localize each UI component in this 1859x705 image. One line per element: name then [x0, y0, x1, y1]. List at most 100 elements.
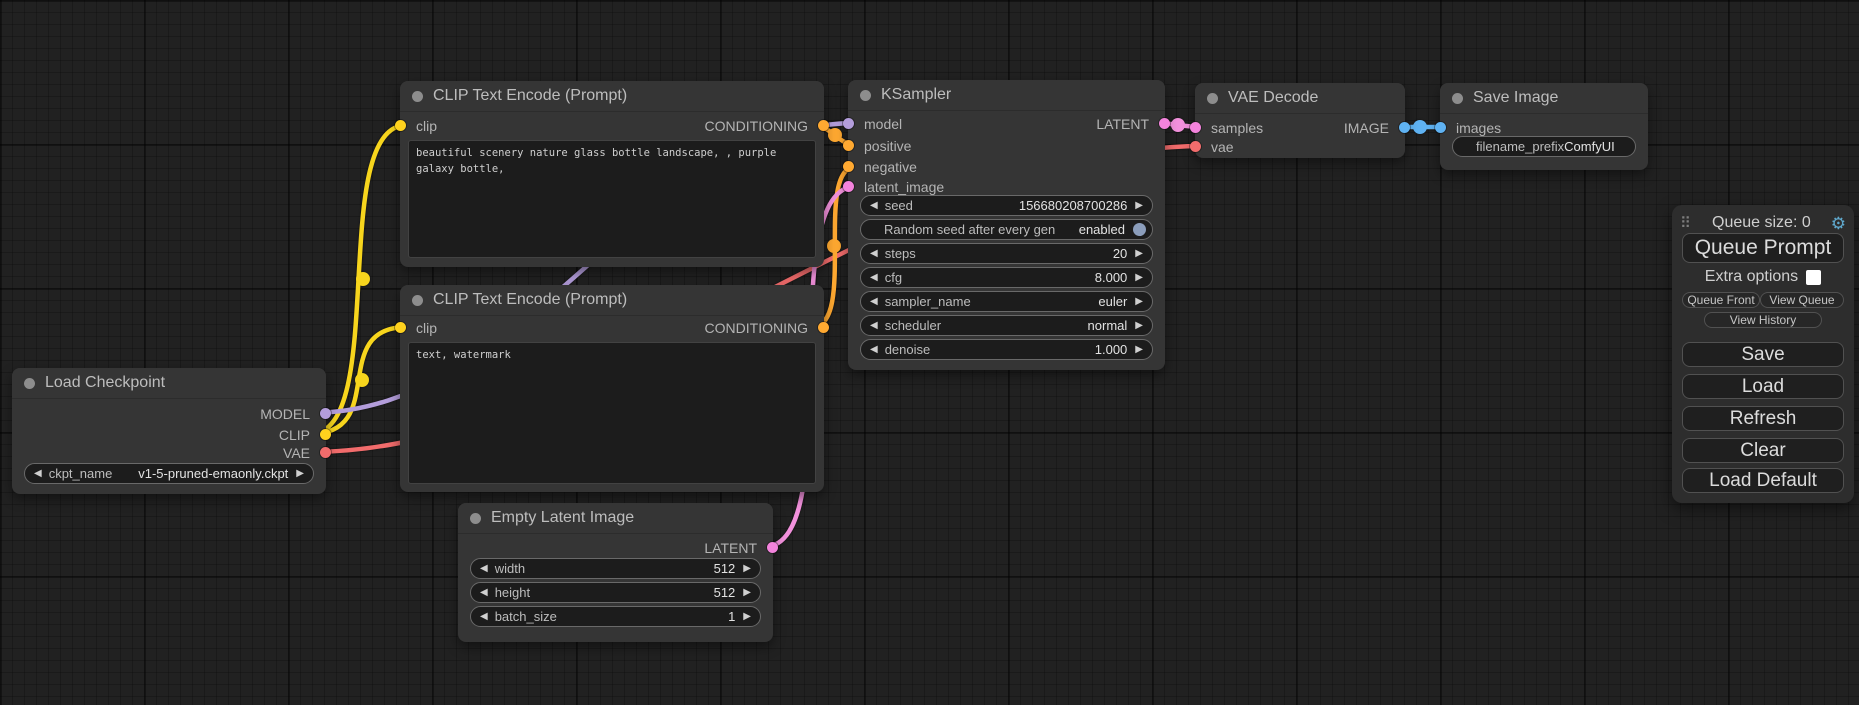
link-dot — [828, 128, 842, 142]
decrement-arrow-icon[interactable]: ◀ — [870, 345, 878, 355]
node-empty-latent-image[interactable]: Empty Latent Image LATENT ◀ width 512 ▶ … — [458, 503, 773, 642]
seed-widget[interactable]: ◀ seed 156680208700286 ▶ — [860, 195, 1153, 216]
decrement-arrow-icon[interactable]: ◀ — [870, 321, 878, 331]
input-slot-clip[interactable] — [395, 322, 406, 333]
collapse-dot-icon[interactable] — [860, 90, 871, 101]
drag-handle-icon[interactable]: ⠿ — [1680, 216, 1692, 231]
width-widget[interactable]: ◀ width 512 ▶ — [470, 558, 761, 579]
decrement-arrow-icon[interactable]: ◀ — [34, 469, 42, 479]
increment-arrow-icon[interactable]: ▶ — [743, 564, 751, 574]
widget-value: euler — [1098, 294, 1127, 309]
decrement-arrow-icon[interactable]: ◀ — [870, 249, 878, 259]
node-save-image[interactable]: Save Image images filename_prefix ComfyU… — [1440, 83, 1648, 170]
positive-prompt-textarea[interactable]: beautiful scenery nature glass bottle la… — [408, 140, 816, 258]
widget-label: cfg — [885, 270, 902, 285]
load-button[interactable]: Load — [1682, 374, 1844, 399]
toggle-dot-icon[interactable] — [1133, 223, 1146, 236]
node-vae-decode[interactable]: VAE Decode samples vae IMAGE — [1195, 83, 1405, 158]
decrement-arrow-icon[interactable]: ◀ — [870, 273, 878, 283]
height-widget[interactable]: ◀ height 512 ▶ — [470, 582, 761, 603]
filename-prefix-widget[interactable]: filename_prefix ComfyUI — [1452, 136, 1636, 157]
node-title: VAE Decode — [1228, 89, 1318, 107]
increment-arrow-icon[interactable]: ▶ — [1135, 249, 1143, 259]
node-title: KSampler — [881, 86, 951, 104]
output-slot-model[interactable] — [320, 408, 331, 419]
queue-menu-panel: ⠿ Queue size: 0 ⚙ Queue Prompt Extra opt… — [1672, 205, 1854, 503]
output-slot-latent[interactable] — [767, 542, 778, 553]
link-dot — [1413, 120, 1427, 134]
widget-value: 156680208700286 — [1019, 198, 1127, 213]
clear-button[interactable]: Clear — [1682, 438, 1844, 463]
collapse-dot-icon[interactable] — [412, 91, 423, 102]
input-slot-clip[interactable] — [395, 120, 406, 131]
random-seed-toggle-widget[interactable]: Random seed after every gen enabled — [860, 219, 1153, 240]
decrement-arrow-icon[interactable]: ◀ — [480, 564, 488, 574]
widget-value: 1.000 — [1095, 342, 1128, 357]
output-label-latent: LATENT — [1096, 116, 1149, 132]
output-slot-vae[interactable] — [320, 447, 331, 458]
node-clip-text-encode-negative[interactable]: CLIP Text Encode (Prompt) clip CONDITION… — [400, 285, 824, 492]
ckpt-name-widget[interactable]: ◀ ckpt_name v1-5-pruned-emaonly.ckpt ▶ — [24, 463, 314, 484]
node-title: CLIP Text Encode (Prompt) — [433, 87, 627, 105]
input-slot-model[interactable] — [843, 118, 854, 129]
input-slot-vae[interactable] — [1190, 141, 1201, 152]
collapse-dot-icon[interactable] — [1207, 93, 1218, 104]
extra-options-checkbox[interactable] — [1806, 270, 1821, 285]
increment-arrow-icon[interactable]: ▶ — [296, 469, 304, 479]
queue-prompt-button[interactable]: Queue Prompt — [1682, 233, 1844, 263]
widget-label: filename_prefix — [1476, 139, 1564, 154]
collapse-dot-icon[interactable] — [412, 295, 423, 306]
collapse-dot-icon[interactable] — [24, 378, 35, 389]
input-label-samples: samples — [1211, 120, 1263, 136]
output-slot-conditioning[interactable] — [818, 120, 829, 131]
refresh-button[interactable]: Refresh — [1682, 406, 1844, 431]
collapse-dot-icon[interactable] — [1452, 93, 1463, 104]
view-history-button[interactable]: View History — [1704, 312, 1822, 328]
queue-front-button[interactable]: Queue Front — [1682, 292, 1760, 308]
output-label-latent: LATENT — [704, 540, 757, 556]
increment-arrow-icon[interactable]: ▶ — [1135, 321, 1143, 331]
input-slot-negative[interactable] — [843, 161, 854, 172]
input-slot-images[interactable] — [1435, 122, 1446, 133]
decrement-arrow-icon[interactable]: ◀ — [870, 201, 878, 211]
increment-arrow-icon[interactable]: ▶ — [743, 612, 751, 622]
increment-arrow-icon[interactable]: ▶ — [743, 588, 751, 598]
increment-arrow-icon[interactable]: ▶ — [1135, 297, 1143, 307]
extra-options-label: Extra options — [1705, 268, 1798, 286]
output-slot-latent[interactable] — [1159, 118, 1170, 129]
collapse-dot-icon[interactable] — [470, 513, 481, 524]
steps-widget[interactable]: ◀ steps 20 ▶ — [860, 243, 1153, 264]
view-queue-button[interactable]: View Queue — [1760, 292, 1844, 308]
increment-arrow-icon[interactable]: ▶ — [1135, 201, 1143, 211]
input-label-images: images — [1456, 120, 1501, 136]
input-label-clip: clip — [416, 118, 437, 134]
node-ksampler[interactable]: KSampler model positive negative latent_… — [848, 80, 1165, 370]
decrement-arrow-icon[interactable]: ◀ — [480, 612, 488, 622]
output-slot-image[interactable] — [1399, 122, 1410, 133]
input-slot-positive[interactable] — [843, 140, 854, 151]
sampler-name-widget[interactable]: ◀ sampler_name euler ▶ — [860, 291, 1153, 312]
scheduler-widget[interactable]: ◀ scheduler normal ▶ — [860, 315, 1153, 336]
increment-arrow-icon[interactable]: ▶ — [1135, 345, 1143, 355]
negative-prompt-textarea[interactable]: text, watermark — [408, 342, 816, 484]
gear-icon[interactable]: ⚙ — [1831, 215, 1846, 232]
output-label-conditioning: CONDITIONING — [705, 320, 808, 336]
input-slot-latent-image[interactable] — [843, 181, 854, 192]
denoise-widget[interactable]: ◀ denoise 1.000 ▶ — [860, 339, 1153, 360]
load-default-button[interactable]: Load Default — [1682, 468, 1844, 493]
widget-label: ckpt_name — [49, 466, 113, 481]
node-load-checkpoint[interactable]: Load Checkpoint MODEL CLIP VAE ◀ ckpt_na… — [12, 368, 326, 494]
cfg-widget[interactable]: ◀ cfg 8.000 ▶ — [860, 267, 1153, 288]
batch-size-widget[interactable]: ◀ batch_size 1 ▶ — [470, 606, 761, 627]
node-clip-text-encode-positive[interactable]: CLIP Text Encode (Prompt) clip CONDITION… — [400, 81, 824, 267]
input-slot-samples[interactable] — [1190, 122, 1201, 133]
output-slot-clip[interactable] — [320, 429, 331, 440]
input-label-vae: vae — [1211, 139, 1234, 155]
save-button[interactable]: Save — [1682, 342, 1844, 367]
increment-arrow-icon[interactable]: ▶ — [1135, 273, 1143, 283]
node-title: Load Checkpoint — [45, 374, 165, 392]
output-label-image: IMAGE — [1344, 120, 1389, 136]
decrement-arrow-icon[interactable]: ◀ — [870, 297, 878, 307]
decrement-arrow-icon[interactable]: ◀ — [480, 588, 488, 598]
output-slot-conditioning[interactable] — [818, 322, 829, 333]
